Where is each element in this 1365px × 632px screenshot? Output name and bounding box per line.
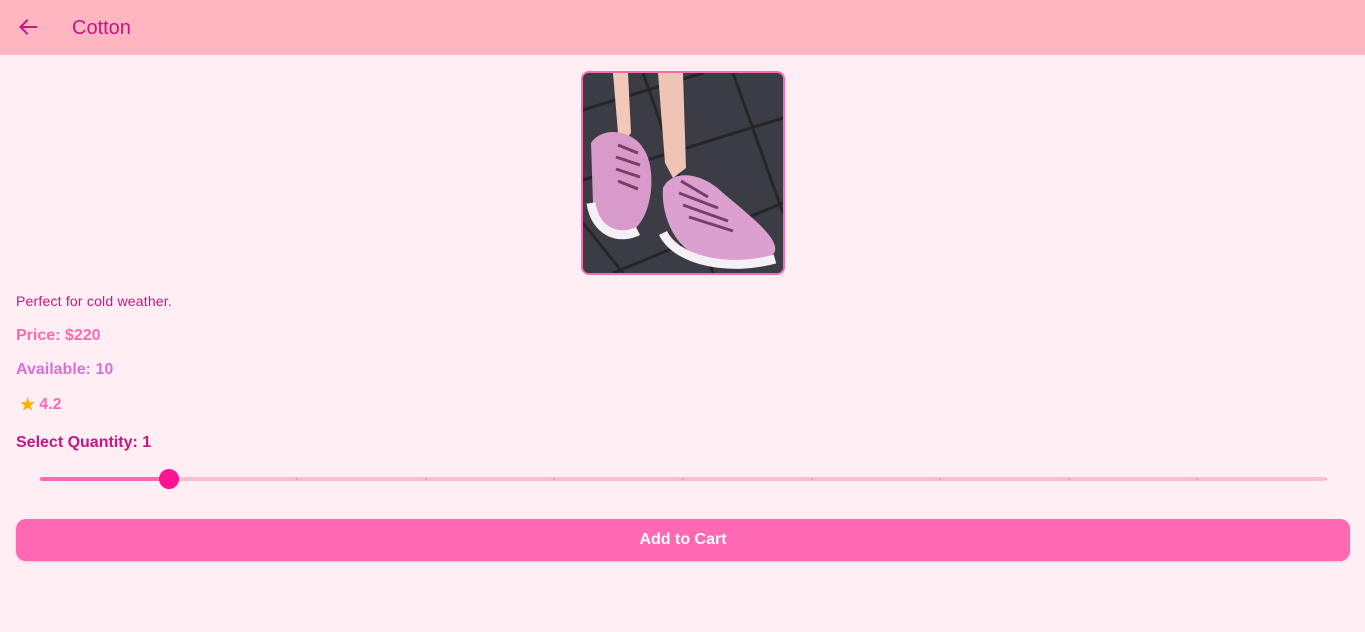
slider-tick bbox=[553, 478, 555, 480]
arrow-left-icon bbox=[19, 19, 37, 35]
slider-active-track bbox=[40, 477, 169, 481]
quantity-slider[interactable] bbox=[40, 467, 1327, 491]
add-to-cart-button[interactable]: Add to Cart bbox=[16, 519, 1350, 561]
sneaker-photo bbox=[583, 73, 783, 273]
slider-tick bbox=[1325, 478, 1327, 480]
slider-tick bbox=[682, 478, 684, 480]
quantity-label: Select Quantity: 1 bbox=[16, 434, 152, 451]
product-image bbox=[581, 71, 785, 275]
product-price: Price: $220 bbox=[16, 327, 101, 344]
product-rating: ★ 4.2 bbox=[20, 396, 62, 414]
page-title: Cotton bbox=[72, 17, 131, 39]
slider-thumb[interactable] bbox=[159, 469, 179, 489]
slider-tick bbox=[296, 478, 298, 480]
star-icon: ★ bbox=[20, 395, 36, 414]
slider-tick bbox=[1068, 478, 1070, 480]
back-button[interactable] bbox=[16, 14, 40, 40]
app-bar: Cotton bbox=[0, 0, 1365, 55]
slider-tick bbox=[425, 478, 427, 480]
product-availability: Available: 10 bbox=[16, 361, 114, 378]
rating-value: 4.2 bbox=[39, 396, 62, 413]
product-description: Perfect for cold weather. bbox=[16, 293, 172, 309]
slider-tick bbox=[1196, 478, 1198, 480]
slider-tick bbox=[939, 478, 941, 480]
slider-tick bbox=[811, 478, 813, 480]
